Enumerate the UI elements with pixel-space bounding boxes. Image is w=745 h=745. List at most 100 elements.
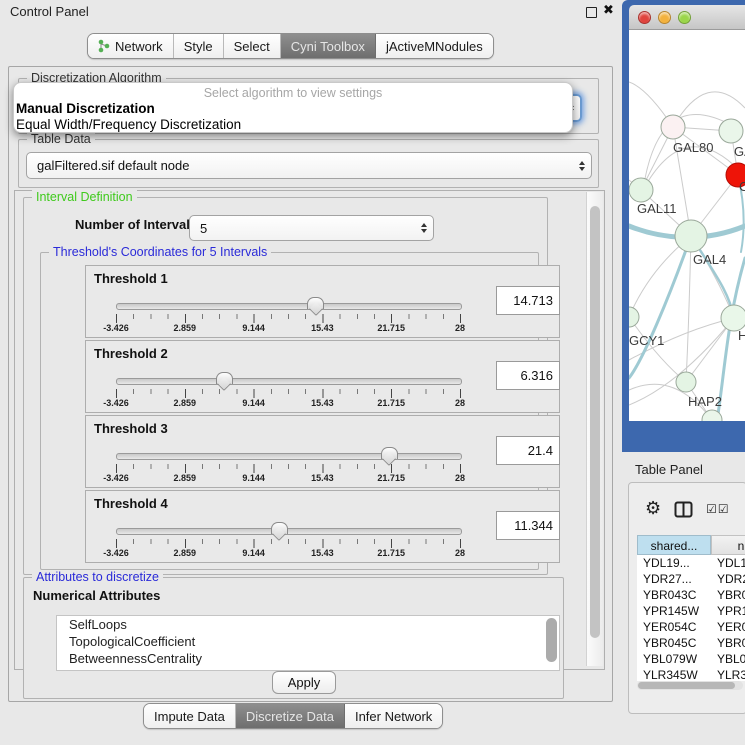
table-row[interactable]: YBL079WYBL0 — [637, 651, 745, 667]
table-data-title: Table Data — [27, 132, 95, 146]
panel-title: Control Panel — [10, 4, 89, 19]
table-cell: YBR043C — [637, 587, 711, 603]
slider-thumb[interactable] — [216, 372, 233, 384]
attribute-list-item[interactable]: SelfLoops — [57, 616, 559, 633]
slider-track[interactable] — [116, 378, 462, 385]
attribute-list-item[interactable]: TopologicalCoefficient — [57, 633, 559, 650]
slider-thumb[interactable] — [271, 522, 288, 534]
scrollbar-thumb[interactable] — [590, 206, 600, 638]
numerical-attributes-list[interactable]: SelfLoopsTopologicalCoefficientBetweenne… — [56, 615, 560, 671]
slider-track[interactable] — [116, 303, 462, 310]
slider-tick-labels: -3.4262.8599.14415.4321.71528 — [116, 548, 460, 560]
table-row[interactable]: YDL19...YDL1 — [637, 555, 745, 571]
tick-label: 21.715 — [377, 323, 405, 333]
app-root: Control Panel ✖ NetworkStyleSelectCyni T… — [0, 0, 745, 745]
threshold-value-field[interactable]: 14.713 — [496, 286, 560, 315]
list-scrollbar-thumb[interactable] — [546, 618, 557, 662]
network-node-label: GAL80 — [673, 140, 713, 155]
table-row[interactable]: YBR045CYBR0 — [637, 635, 745, 651]
thresholds-group: Threshold's Coordinates for 5 Intervals … — [40, 252, 539, 570]
table-column-header[interactable]: shared... — [637, 535, 711, 555]
attribute-list-item[interactable]: BetweennessCentrality — [57, 650, 559, 667]
table-cell: YER0 — [711, 619, 745, 635]
threshold-label: Threshold 1 — [94, 271, 168, 286]
network-node-hap2[interactable] — [676, 372, 696, 392]
tick-label: 15.43 — [311, 323, 334, 333]
table-panel: ⚙ ☑☑ shared...n YDL19...YDL1YDR27...YDR2… — [628, 482, 745, 714]
table-data-selected: galFiltered.sif default node — [27, 158, 573, 173]
horizontal-scrollbar[interactable] — [637, 681, 743, 690]
tick-label: 28 — [455, 548, 465, 558]
node-attribute-table[interactable]: shared...n YDL19...YDL1YDR27...YDR2YBR04… — [637, 535, 745, 681]
network-icon — [98, 39, 110, 53]
tick-label: 2.859 — [174, 323, 197, 333]
minimize-traffic-light-icon[interactable] — [658, 11, 671, 24]
settings-scroll-area: Interval Definition Number of Intervals … — [14, 190, 605, 670]
network-node-gcy1[interactable] — [629, 307, 639, 327]
checked-checkboxes-icon[interactable]: ☑☑ — [706, 502, 730, 516]
slider-thumb[interactable] — [381, 447, 398, 459]
tick-label: -3.426 — [103, 398, 129, 408]
table-cell: YBR0 — [711, 635, 745, 651]
tab-infer-network[interactable]: Infer Network — [345, 704, 442, 728]
gear-icon[interactable]: ⚙ — [645, 500, 661, 518]
attributes-group-title: Attributes to discretize — [32, 570, 163, 584]
table-cell: YDL19... — [637, 555, 711, 571]
tab-network[interactable]: Network — [88, 34, 174, 58]
network-node-node-top-right[interactable] — [719, 119, 743, 143]
slider-major-ticks — [116, 389, 461, 398]
table-row[interactable]: YDR27...YDR2 — [637, 571, 745, 587]
tick-label: 2.859 — [174, 473, 197, 483]
tab-jactivemnodules[interactable]: jActiveMNodules — [376, 34, 493, 58]
tab-label: Discretize Data — [246, 709, 334, 724]
tab-select[interactable]: Select — [224, 34, 281, 58]
threshold-value-field[interactable]: 6.316 — [496, 361, 560, 390]
column-layout-icon[interactable] — [674, 501, 693, 518]
network-node-gal4[interactable] — [675, 220, 707, 252]
threshold-value-field[interactable]: 11.344 — [496, 511, 560, 540]
network-node-label: HAP2 — [688, 394, 722, 409]
tab-impute-data[interactable]: Impute Data — [144, 704, 236, 728]
table-panel-title: Table Panel — [635, 462, 703, 477]
number-of-intervals-label: Number of Intervals — [75, 217, 197, 232]
network-node-label: H — [738, 328, 745, 343]
tick-label: -3.426 — [103, 323, 129, 333]
table-row[interactable]: YER054CYER0 — [637, 619, 745, 635]
network-node-gal11[interactable] — [629, 178, 653, 202]
tab-label: Infer Network — [355, 709, 432, 724]
tick-label: -3.426 — [103, 473, 129, 483]
slider-track[interactable] — [116, 528, 462, 535]
table-column-header[interactable]: n — [711, 535, 745, 555]
tick-label: 2.859 — [174, 548, 197, 558]
network-canvas[interactable]: GAL80GACGAL11GAL4GCY1HHAP2 — [629, 30, 745, 421]
threshold-value-field[interactable]: 21.4 — [496, 436, 560, 465]
popup-option-manual-discretization[interactable]: Manual Discretization — [14, 101, 572, 117]
tab-style[interactable]: Style — [174, 34, 224, 58]
table-row[interactable]: YBR043CYBR0 — [637, 587, 745, 603]
vertical-scrollbar[interactable] — [586, 192, 603, 666]
table-data-combobox[interactable]: galFiltered.sif default node — [26, 152, 592, 179]
network-node-label: GA — [734, 144, 745, 159]
zoom-traffic-light-icon[interactable] — [678, 11, 691, 24]
slider-tick-labels: -3.4262.8599.14415.4321.71528 — [116, 323, 460, 335]
control-panel-titlebar: Control Panel ✖ — [0, 0, 620, 24]
popup-placeholder-option[interactable]: Select algorithm to view settings — [14, 86, 572, 101]
table-cell: YER054C — [637, 619, 711, 635]
tab-discretize-data[interactable]: Discretize Data — [236, 704, 345, 728]
number-of-intervals-combobox[interactable]: 5 — [189, 215, 434, 241]
slider-thumb[interactable] — [307, 297, 324, 309]
float-window-icon[interactable] — [586, 7, 597, 18]
table-row[interactable]: YLR345WYLR3 — [637, 667, 745, 681]
close-icon[interactable]: ✖ — [603, 3, 614, 18]
hscrollbar-thumb[interactable] — [638, 682, 735, 689]
close-traffic-light-icon[interactable] — [638, 11, 651, 24]
tick-label: -3.426 — [103, 548, 129, 558]
table-row[interactable]: YPR145WYPR1 — [637, 603, 745, 619]
slider-track[interactable] — [116, 453, 462, 460]
tab-cyni-toolbox[interactable]: Cyni Toolbox — [281, 34, 376, 58]
popup-option-equal-width-frequency[interactable]: Equal Width/Frequency Discretization — [14, 117, 572, 133]
table-cell: YLR3 — [711, 667, 745, 681]
network-node-gal80[interactable] — [661, 115, 685, 139]
apply-button[interactable]: Apply — [272, 671, 336, 694]
tick-label: 21.715 — [377, 548, 405, 558]
